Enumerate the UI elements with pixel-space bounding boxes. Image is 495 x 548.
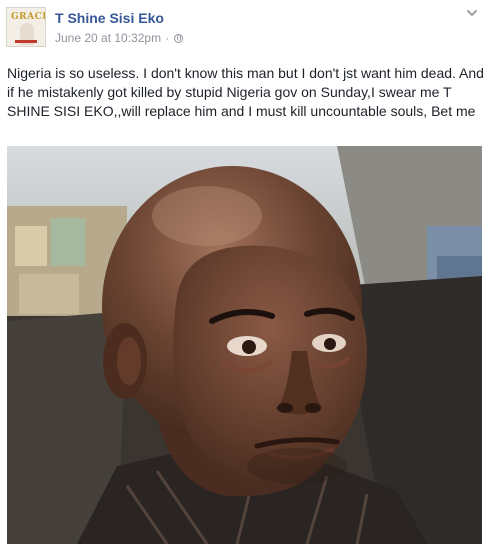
post-body-text: Nigeria is so useless. I don't know this… xyxy=(7,65,484,119)
profile-avatar[interactable]: GRACE xyxy=(6,7,46,47)
avatar-strip xyxy=(15,40,37,43)
chevron-down-icon[interactable] xyxy=(465,6,479,20)
meta-separator: · xyxy=(165,31,170,45)
post-photo[interactable] xyxy=(7,146,482,544)
photo-illustration xyxy=(7,146,482,544)
globe-icon[interactable] xyxy=(174,33,184,43)
post-meta: June 20 at 10:32pm · xyxy=(55,31,184,45)
post-author-name[interactable]: T Shine Sisi Eko xyxy=(55,10,164,26)
post-timestamp[interactable]: June 20 at 10:32pm xyxy=(55,31,161,45)
avatar-logo-text: GRACE xyxy=(11,12,46,22)
facebook-post: GRACE T Shine Sisi Eko June 20 at 10:32p… xyxy=(0,0,495,548)
